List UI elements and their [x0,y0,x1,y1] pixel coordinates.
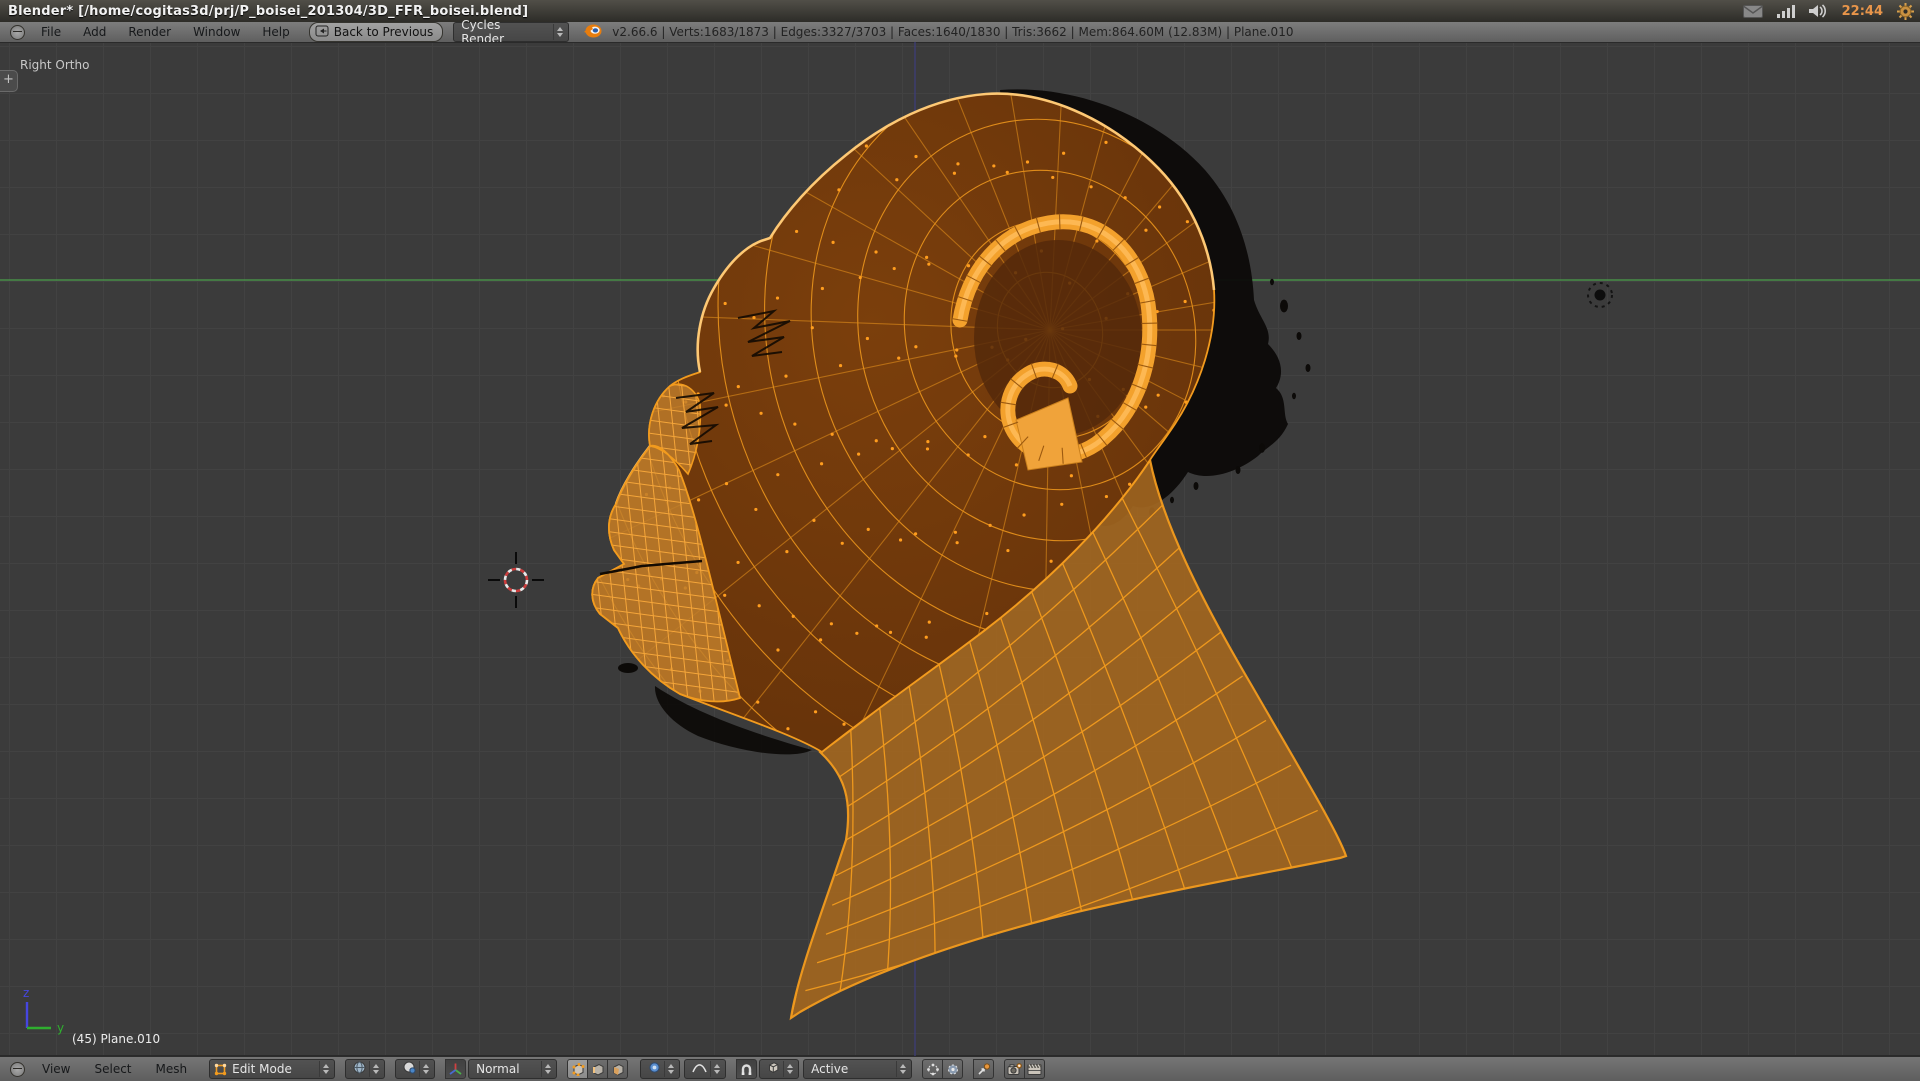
interaction-mode-select[interactable]: Edit Mode [209,1059,335,1079]
network-signal-icon[interactable] [1777,5,1795,18]
face-select-icon [611,1063,625,1076]
engine-stepper[interactable] [553,24,566,40]
proportional-edit-icon [648,1061,661,1077]
scene-statistics: v2.66.6 | Verts:1683/1873 | Edges:3327/3… [612,25,1293,39]
axis-gizmo: zy [23,986,64,1035]
snap-self-icon [926,1063,940,1076]
edge-select-button[interactable] [588,1059,608,1079]
viewport-3d[interactable]: zy Right Ortho (45) Plane.010 + [0,42,1920,1056]
view-orientation-label: Right Ortho [20,58,89,72]
snap-toggle-button[interactable] [736,1059,757,1079]
snap-project-icon [946,1063,960,1076]
snap-element-select[interactable] [759,1059,799,1079]
snap-element-stepper[interactable] [783,1061,796,1077]
editor-type-icon [10,25,25,40]
proportional-edit-select[interactable] [640,1059,680,1079]
camera-icon [1007,1063,1022,1076]
face-select-button[interactable] [608,1059,628,1079]
blender-logo-icon [583,23,602,42]
falloff-select[interactable] [684,1059,726,1079]
snap-group [736,1059,757,1079]
falloff-stepper[interactable] [710,1061,723,1077]
snap-peel-button[interactable] [973,1059,994,1079]
clock[interactable]: 22:44 [1842,4,1883,19]
edit-mode-icon [214,1063,227,1076]
volume-icon[interactable] [1809,4,1828,18]
axis-gizmo-z-label: z [23,986,29,1000]
edge-select-icon [591,1063,605,1076]
menu-select[interactable]: Select [82,1059,143,1079]
back-to-previous-button[interactable]: Back to Previous [309,22,444,42]
toolshelf-expand-tab[interactable]: + [0,70,18,92]
viewport-shading-select[interactable] [345,1059,385,1079]
snap-project-button[interactable] [943,1059,963,1079]
view3d-header: View Select Mesh Edit Mode Normal [0,1056,1920,1081]
manipulator-toggle-button[interactable] [445,1059,466,1079]
snap-peel-icon [977,1063,991,1076]
cursor-3d [488,552,544,608]
opengl-render-still-button[interactable] [1004,1059,1025,1079]
snap-peel-group [973,1059,994,1079]
proportional-stepper[interactable] [664,1061,677,1077]
pivot-median-icon [403,1061,416,1077]
menu-add[interactable]: Add [72,22,117,42]
menu-file[interactable]: File [30,22,72,42]
shading-sphere-icon [353,1061,366,1077]
falloff-curve-icon [692,1061,707,1077]
select-mode-group [567,1059,628,1079]
opengl-render-anim-button[interactable] [1025,1059,1045,1079]
view3d-editor-type-icon [10,1062,25,1077]
axis-gizmo-y-label: y [57,1021,64,1035]
transform-orientation-select[interactable]: Normal [468,1059,557,1079]
axis-tripod-icon [449,1063,462,1076]
clapperboard-icon [1027,1063,1042,1076]
active-object-label: (45) Plane.010 [72,1032,160,1046]
render-engine-select[interactable]: Cycles Render [453,22,569,42]
snap-self-button[interactable] [922,1059,943,1079]
menu-window[interactable]: Window [182,22,251,42]
magnet-icon [740,1063,753,1076]
manipulator-group [445,1059,466,1079]
vertex-select-icon [571,1063,585,1076]
back-arrow-icon [315,25,329,40]
menu-render[interactable]: Render [117,22,182,42]
menu-mesh[interactable]: Mesh [144,1059,200,1079]
settings-gear-icon[interactable] [1897,3,1914,20]
editor-type-button[interactable] [4,23,30,41]
viewport-canvas[interactable]: zy [0,42,1920,1056]
menu-view[interactable]: View [30,1059,82,1079]
view3d-editor-type-button[interactable] [4,1060,30,1078]
os-titlebar: Blender* [/home/cogitas3d/prj/P_boisei_2… [0,0,1920,22]
shading-stepper[interactable] [369,1061,382,1077]
menu-help[interactable]: Help [251,22,300,42]
snap-element-cube-icon [767,1061,780,1077]
orientation-stepper[interactable] [541,1061,554,1077]
opengl-render-group [1004,1059,1045,1079]
snap-options-group [922,1059,963,1079]
system-tray: 22:44 [1743,0,1914,22]
pivot-stepper[interactable] [419,1061,432,1077]
mail-icon[interactable] [1743,5,1763,18]
info-header: File Add Render Window Help Back to Prev… [0,22,1920,43]
mode-stepper[interactable] [319,1061,332,1077]
vertex-select-button[interactable] [567,1059,588,1079]
window-title: Blender* [/home/cogitas3d/prj/P_boisei_2… [0,4,528,19]
pivot-point-select[interactable] [395,1059,435,1079]
snap-target-select[interactable]: Active [803,1059,912,1079]
lamp-object[interactable] [1588,283,1612,307]
snap-target-stepper[interactable] [896,1061,909,1077]
